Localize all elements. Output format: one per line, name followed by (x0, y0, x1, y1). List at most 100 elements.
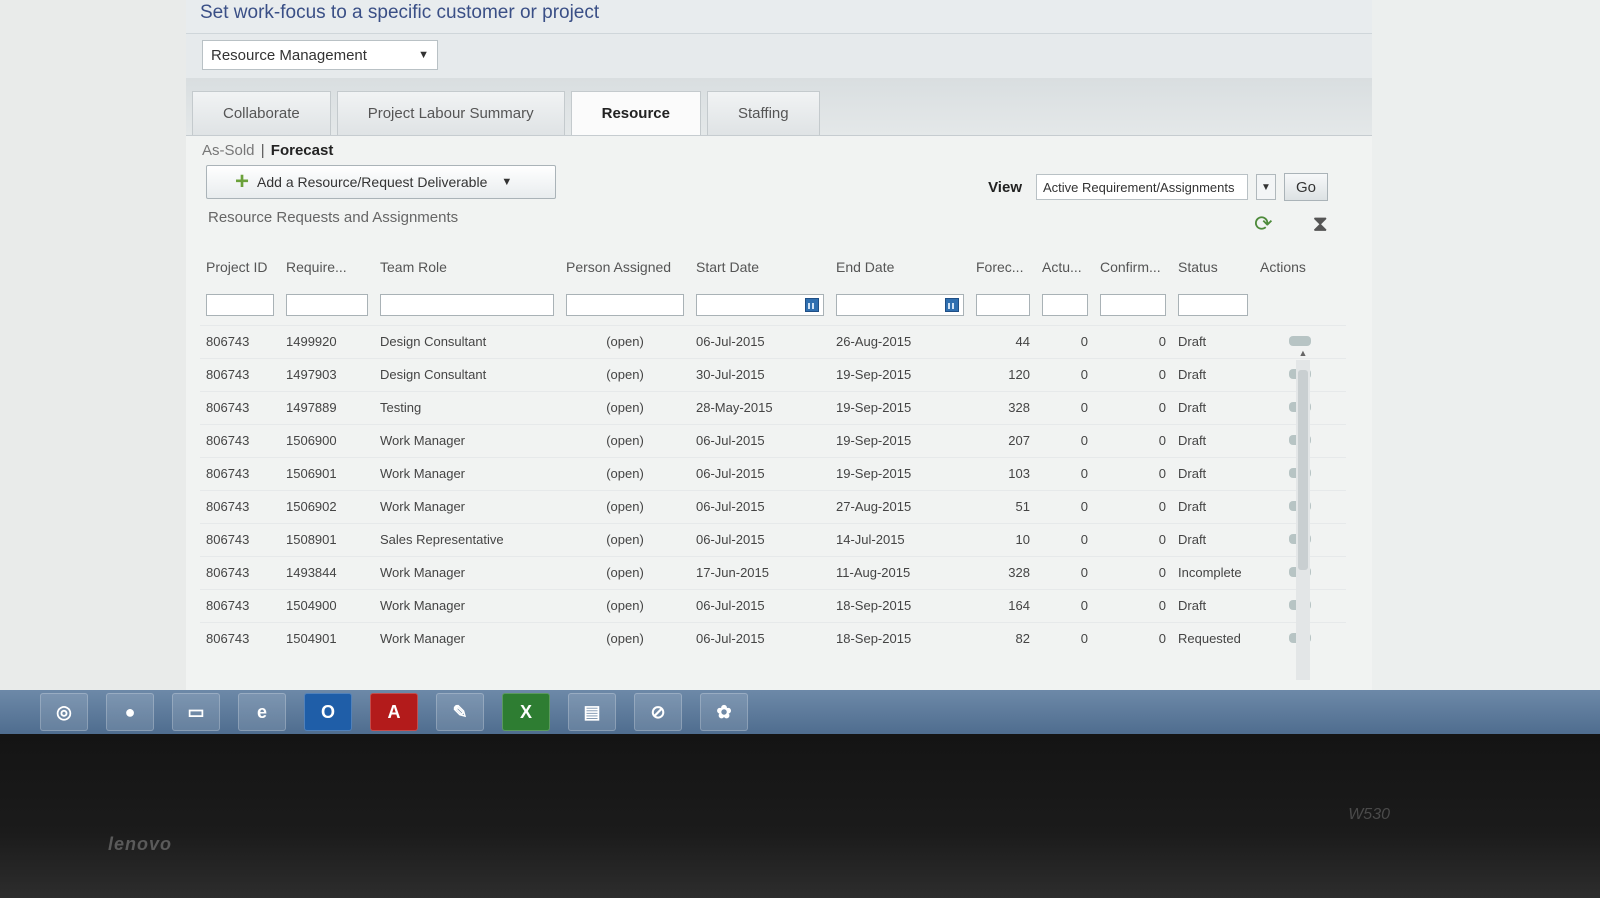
acrobat-icon[interactable]: A (370, 693, 418, 731)
paint-icon[interactable]: ✎ (436, 693, 484, 731)
end-date-cell: 19-Sep-2015 (830, 456, 970, 490)
firefox-icon[interactable]: ● (106, 693, 154, 731)
project-id-cell: 806743 (200, 390, 280, 424)
project-id-cell: 806743 (200, 588, 280, 622)
actual-cell: 0 (1036, 357, 1094, 391)
person-assigned-cell: (open) (560, 357, 690, 391)
team-role-cell: Work Manager (374, 423, 560, 457)
project-id-cell: 806743 (200, 555, 280, 589)
table-row[interactable]: 806743 1504901 Work Manager (open) 06-Jul-20… (200, 621, 1346, 655)
forecast-cell: 207 (970, 423, 1036, 457)
notepad-icon[interactable]: ▤ (568, 693, 616, 731)
person-assigned-cell: (open) (560, 390, 690, 424)
col-header-status[interactable]: Status (1172, 245, 1254, 285)
no-entry-icon[interactable]: ⊘ (634, 693, 682, 731)
calendar-icon[interactable] (945, 297, 959, 312)
scroll-up-icon[interactable]: ▲ (1296, 348, 1310, 358)
col-header-requirement[interactable]: Require... (280, 245, 374, 285)
status-cell: Draft (1172, 588, 1254, 622)
end-date-cell: 19-Sep-2015 (830, 423, 970, 457)
filter-row (200, 285, 1346, 325)
filter-requirement-input[interactable] (286, 293, 368, 316)
col-header-start-date[interactable]: Start Date (690, 245, 830, 285)
filter-status-input[interactable] (1178, 293, 1248, 316)
outlook-icon[interactable]: O (304, 693, 352, 731)
forecast-link[interactable]: Forecast (271, 142, 334, 159)
focus-select[interactable]: Resource Management ▼ (202, 40, 438, 70)
table-row[interactable]: 806743 1508901 Sales Representative (open) 0… (200, 522, 1346, 556)
tab-project-labour-summary[interactable]: Project Labour Summary (336, 91, 565, 135)
person-assigned-cell: (open) (560, 456, 690, 490)
col-header-confirmed[interactable]: Confirm... (1094, 245, 1172, 285)
table-row[interactable]: 806743 1497889 Testing (open) 28-May-2015 19-… (200, 390, 1346, 424)
actual-cell: 0 (1036, 390, 1094, 424)
col-header-project-id[interactable]: Project ID (200, 245, 280, 285)
team-role-cell: Work Manager (374, 555, 560, 589)
table-row[interactable]: 806743 1493844 Work Manager (open) 17-Jun-20… (200, 555, 1346, 589)
team-role-cell: Work Manager (374, 456, 560, 490)
col-header-actual[interactable]: Actu... (1036, 245, 1094, 285)
status-cell: Draft (1172, 324, 1254, 358)
forecast-cell: 51 (970, 489, 1036, 523)
requirement-cell: 1497889 (280, 390, 374, 424)
tab-resource[interactable]: Resource (570, 91, 701, 135)
filter-person-input[interactable] (566, 293, 684, 316)
forecast-cell: 44 (970, 324, 1036, 358)
scroll-thumb[interactable] (1298, 370, 1308, 570)
table-scrollbar[interactable]: ▲ (1296, 348, 1310, 680)
add-resource-label: Add a Resource/Request Deliverable (257, 174, 488, 190)
view-select[interactable]: Active Requirement/Assignments (1036, 174, 1248, 200)
filter-start-date-input[interactable] (696, 293, 824, 316)
turtle-icon[interactable]: ✿ (700, 693, 748, 731)
filter-icon[interactable]: ⧗ (1313, 211, 1328, 237)
end-date-cell: 18-Sep-2015 (830, 588, 970, 622)
tab-label: Collaborate (223, 105, 300, 122)
project-id-cell: 806743 (200, 522, 280, 556)
row-action-icon[interactable] (1289, 336, 1311, 346)
person-assigned-cell: (open) (560, 324, 690, 358)
tab-collaborate[interactable]: Collaborate (192, 91, 331, 135)
windows-media-icon[interactable]: ◎ (40, 693, 88, 731)
team-role-cell: Sales Representative (374, 522, 560, 556)
go-button[interactable]: Go (1284, 173, 1328, 201)
filter-forecast-input[interactable] (976, 293, 1030, 316)
table-row[interactable]: 806743 1506902 Work Manager (open) 06-Jul-20… (200, 489, 1346, 523)
actual-cell: 0 (1036, 489, 1094, 523)
as-sold-link[interactable]: As-Sold (202, 142, 255, 159)
folder-icon[interactable]: ▭ (172, 693, 220, 731)
end-date-cell: 19-Sep-2015 (830, 390, 970, 424)
col-header-end-date[interactable]: End Date (830, 245, 970, 285)
start-date-cell: 06-Jul-2015 (690, 489, 830, 523)
ie-icon[interactable]: e (238, 693, 286, 731)
col-header-team-role[interactable]: Team Role (374, 245, 560, 285)
calendar-icon[interactable] (805, 297, 819, 312)
view-select-value: Active Requirement/Assignments (1043, 179, 1235, 195)
tab-staffing[interactable]: Staffing (707, 91, 820, 135)
refresh-icon[interactable]: ⟳ (1254, 211, 1272, 237)
start-date-cell: 06-Jul-2015 (690, 522, 830, 556)
table-row[interactable]: 806743 1506900 Work Manager (open) 06-Jul-20… (200, 423, 1346, 457)
table-row[interactable]: 806743 1497903 Design Consultant (open) 30-J… (200, 357, 1346, 391)
col-header-forecast[interactable]: Forec... (970, 245, 1036, 285)
table-row[interactable]: 806743 1504900 Work Manager (open) 06-Jul-20… (200, 588, 1346, 622)
actual-cell: 0 (1036, 522, 1094, 556)
confirmed-cell: 0 (1094, 489, 1172, 523)
add-resource-button[interactable]: + Add a Resource/Request Deliverable ▼ (206, 165, 556, 199)
table-row[interactable]: 806743 1499920 Design Consultant (open) 06-J… (200, 324, 1346, 358)
laptop-bezel: lenovo W530 (0, 734, 1600, 898)
excel-icon[interactable]: X (502, 693, 550, 731)
filter-team-role-input[interactable] (380, 293, 554, 316)
confirmed-cell: 0 (1094, 390, 1172, 424)
team-role-cell: Work Manager (374, 621, 560, 655)
tab-label: Resource (601, 105, 670, 122)
col-header-person-assigned[interactable]: Person Assigned (560, 245, 690, 285)
table-row[interactable]: 806743 1506901 Work Manager (open) 06-Jul-20… (200, 456, 1346, 490)
filter-actual-input[interactable] (1042, 293, 1088, 316)
actual-cell: 0 (1036, 588, 1094, 622)
model-label: W530 (1348, 806, 1390, 823)
filter-project-id-input[interactable] (206, 293, 274, 316)
status-cell: Draft (1172, 522, 1254, 556)
filter-end-date-input[interactable] (836, 293, 964, 316)
filter-confirmed-input[interactable] (1100, 293, 1166, 316)
view-dropdown-button[interactable]: ▼ (1256, 174, 1276, 200)
